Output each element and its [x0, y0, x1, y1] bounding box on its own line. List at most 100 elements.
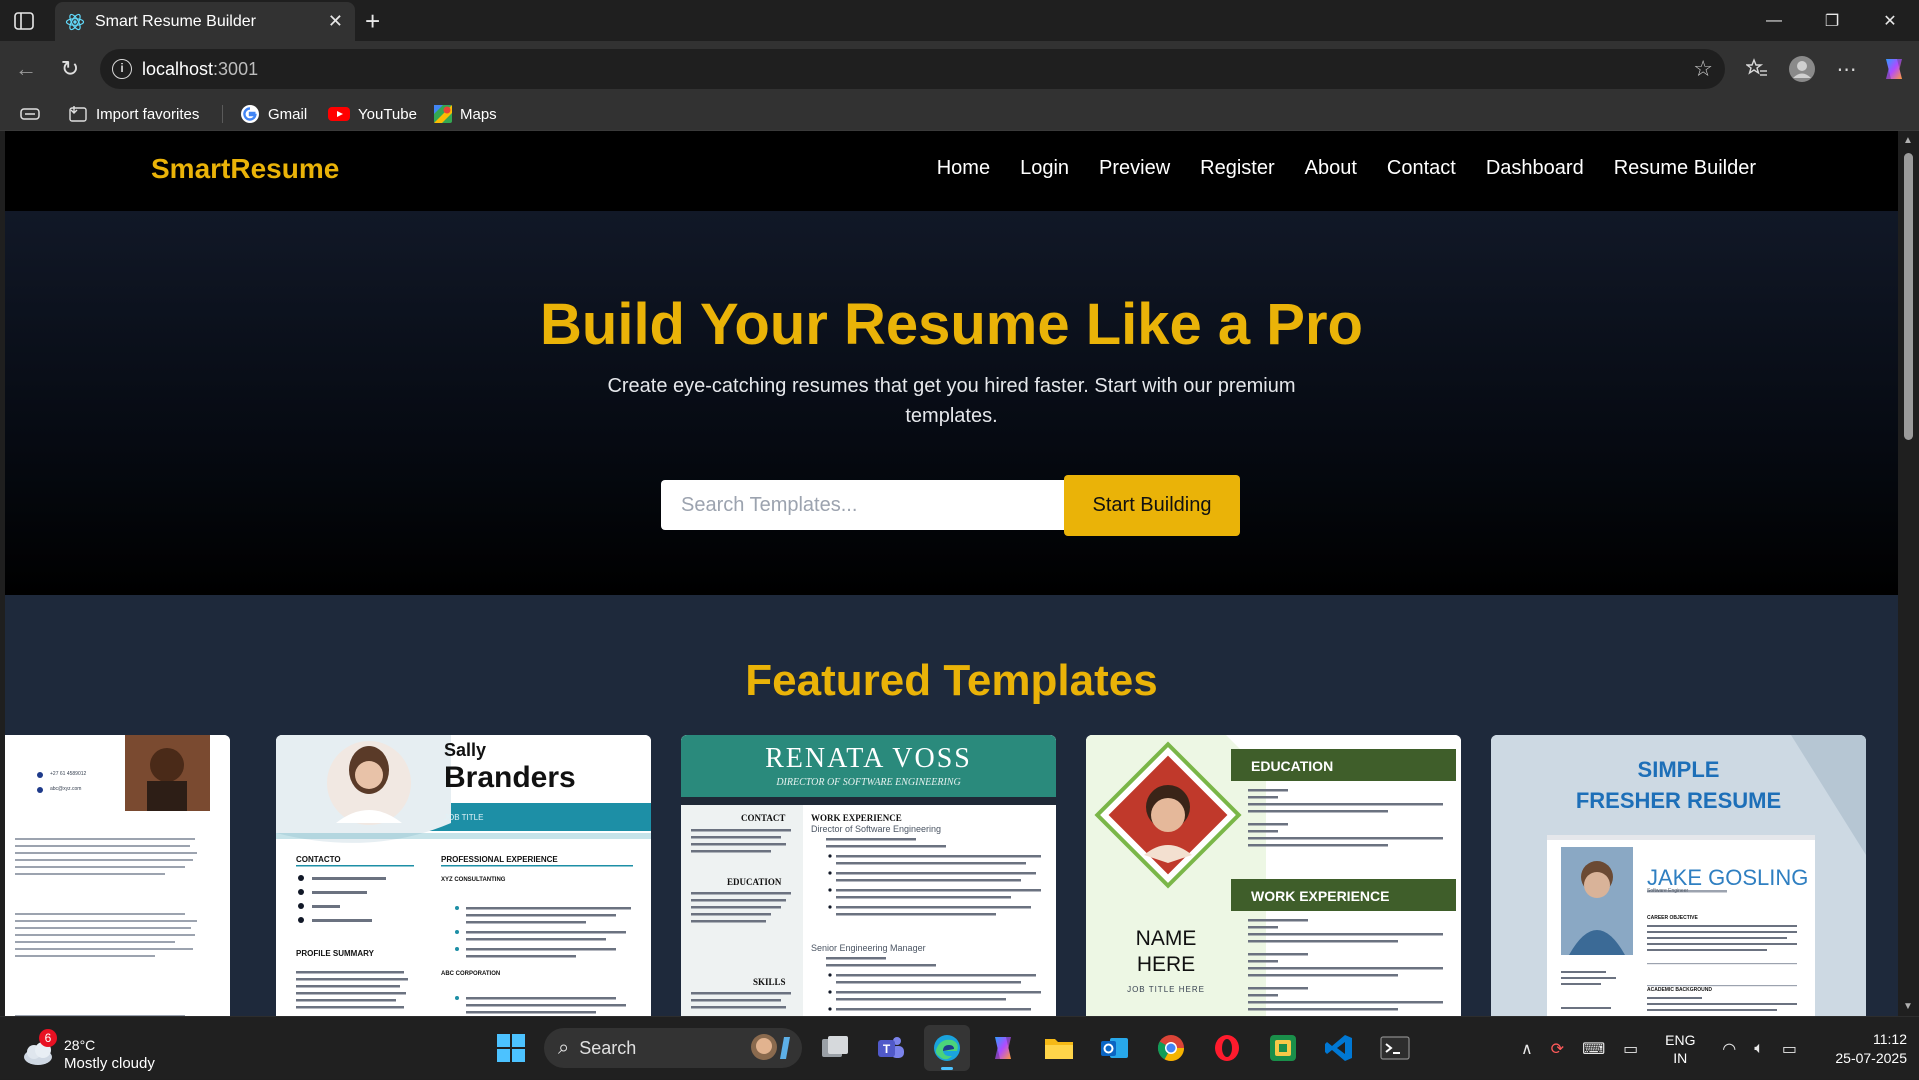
site-info-icon[interactable]: i — [112, 59, 132, 79]
sync-icon[interactable]: ⟳ — [1551, 1039, 1564, 1059]
outlook-icon[interactable] — [1092, 1025, 1138, 1071]
nav-home[interactable]: Home — [937, 157, 990, 180]
search-icon: ⌕ — [558, 1036, 570, 1059]
sidebar-toggle-icon[interactable] — [12, 9, 36, 33]
back-icon[interactable]: ← — [12, 55, 40, 83]
import-icon — [68, 105, 88, 123]
template-card-5[interactable]: SIMPLE FRESHER RESUME JAKE GOSLING Softw… — [1491, 735, 1866, 1016]
task-view-icon[interactable] — [812, 1025, 858, 1071]
template-3-skills-heading: SKILLS — [753, 977, 786, 987]
gmail-link[interactable]: Gmail — [240, 103, 307, 125]
favorite-star-icon[interactable]: ☆ — [1693, 56, 1713, 82]
taskbar-apps: ⌕ Search T — [488, 1025, 1418, 1071]
teams-icon[interactable]: T — [868, 1025, 914, 1071]
weather-desc: Mostly cloudy — [64, 1055, 155, 1072]
clock[interactable]: 11:12 25-07-2025 — [1812, 1030, 1907, 1068]
browser-tab-bar: Smart Resume Builder ✕ + — ❐ ✕ — [0, 0, 1919, 41]
close-window-icon[interactable]: ✕ — [1861, 0, 1919, 41]
system-tray: ∧ ⟳ ⌨ ▭ ENG IN ◠ 🔈︎ ▭ 11:12 25-07-2025 — [1512, 1017, 1919, 1080]
google-icon — [240, 104, 260, 124]
page-viewport: SmartResume Home Login Preview Register … — [5, 131, 1898, 1016]
windows-start-icon[interactable] — [488, 1025, 534, 1071]
scroll-down-icon[interactable]: ▼ — [1903, 1001, 1913, 1012]
language-indicator[interactable]: ENG IN — [1655, 1031, 1705, 1067]
hero-subtitle: Create eye-catching resumes that get you… — [607, 375, 1296, 427]
edge-browser-icon[interactable] — [924, 1025, 970, 1071]
keyboard-icon[interactable]: ⌨ — [1582, 1039, 1605, 1059]
nav-preview[interactable]: Preview — [1099, 157, 1170, 180]
weather-badge: 6 — [39, 1029, 57, 1047]
vscode-icon[interactable] — [1316, 1025, 1362, 1071]
template-3-work-heading: WORK EXPERIENCE — [811, 813, 902, 823]
template-3-name: RENATA VOSS — [765, 743, 972, 774]
template-1-email: abc@xyz.com — [50, 786, 82, 792]
nav-login[interactable]: Login — [1020, 157, 1069, 180]
template-5-heading-1: SIMPLE — [1637, 757, 1720, 782]
template-3-education-heading: EDUCATION — [727, 877, 782, 887]
template-2-first-name: Sally — [444, 740, 487, 760]
show-hidden-icons-icon[interactable]: ∧ — [1521, 1039, 1533, 1059]
template-5-section-1: CAREER OBJECTIVE — [1647, 915, 1698, 921]
template-4-education-heading: EDUCATION — [1251, 758, 1334, 774]
scroll-thumb[interactable] — [1904, 153, 1913, 440]
nav-resume-builder[interactable]: Resume Builder — [1614, 157, 1756, 180]
start-building-button[interactable]: Start Building — [1064, 475, 1240, 536]
opera-icon[interactable] — [1204, 1025, 1250, 1071]
template-2-company-2: ABC CORPORATION — [441, 971, 501, 977]
template-2-last-name: Branders — [444, 761, 576, 794]
reload-icon[interactable]: ↻ — [56, 55, 84, 83]
site-navbar: SmartResume Home Login Preview Register … — [5, 131, 1898, 211]
maps-link[interactable]: Maps — [434, 103, 497, 125]
volume-icon[interactable]: 🔈︎ — [1754, 1040, 1764, 1058]
template-4-name-line-2: HERE — [1136, 953, 1196, 976]
profile-avatar-icon[interactable] — [1779, 49, 1824, 89]
nav-about[interactable]: About — [1305, 157, 1357, 180]
clock-date: 25-07-2025 — [1835, 1049, 1907, 1066]
battery-icon[interactable]: ▭ — [1782, 1039, 1797, 1059]
restore-icon[interactable]: ❐ — [1803, 0, 1861, 41]
chrome-icon[interactable] — [1148, 1025, 1194, 1071]
hero-section: Build Your Resume Like a Pro Create eye-… — [5, 211, 1898, 595]
template-4-name-line-1: NAME — [1135, 927, 1197, 950]
file-explorer-icon[interactable] — [1036, 1025, 1082, 1071]
new-tab-icon[interactable]: + — [365, 6, 380, 37]
address-bar-row: ← ↻ i localhost:3001 ☆ ⋯ — [0, 41, 1919, 97]
page-scrollbar[interactable]: ▲ ▼ — [1898, 131, 1919, 1016]
react-icon — [65, 12, 85, 32]
terminal-icon[interactable] — [1372, 1025, 1418, 1071]
taskbar-search[interactable]: ⌕ Search — [544, 1028, 802, 1068]
nav-dashboard[interactable]: Dashboard — [1486, 157, 1584, 180]
template-3-job-2: Senior Engineering Manager — [811, 943, 926, 953]
youtube-icon — [328, 106, 350, 122]
tab-title: Smart Resume Builder — [95, 13, 256, 30]
template-3-contact-heading: CONTACT — [741, 813, 786, 823]
youtube-link[interactable]: YouTube — [328, 103, 417, 125]
display-icon[interactable]: ▭ — [1623, 1039, 1638, 1059]
copilot-icon[interactable] — [1869, 49, 1919, 89]
template-4-job-title: JOB TITLE HERE — [1127, 985, 1205, 994]
nav-contact[interactable]: Contact — [1387, 157, 1456, 180]
template-card-3[interactable]: RENATA VOSS DIRECTOR OF SOFTWARE ENGINEE… — [681, 735, 1056, 1016]
template-4-work-heading: WORK EXPERIENCE — [1251, 888, 1390, 904]
browser-tab[interactable]: Smart Resume Builder ✕ — [55, 2, 355, 41]
reading-mode-icon[interactable] — [20, 103, 40, 125]
template-search-input[interactable] — [661, 480, 1064, 530]
template-2-job-title: JOB TITLE — [444, 813, 484, 822]
more-menu-icon[interactable]: ⋯ — [1824, 49, 1869, 89]
favorites-icon[interactable] — [1734, 49, 1779, 89]
scroll-up-icon[interactable]: ▲ — [1903, 135, 1913, 146]
template-1-preview — [5, 735, 230, 1016]
minimize-icon[interactable]: — — [1745, 0, 1803, 41]
close-tab-icon[interactable]: ✕ — [328, 11, 343, 32]
template-card-2[interactable]: Sally Branders JOB TITLE CONTACTO PROFIL… — [276, 735, 651, 1016]
copilot-app-icon[interactable] — [980, 1025, 1026, 1071]
wifi-icon[interactable]: ◠ — [1722, 1039, 1736, 1059]
import-favorites-link[interactable]: Import favorites — [68, 103, 199, 125]
site-logo[interactable]: SmartResume — [151, 153, 339, 185]
clock-time: 11:12 — [1873, 1030, 1907, 1047]
terminal-app-icon[interactable] — [1260, 1025, 1306, 1071]
template-card-1[interactable]: +27 61 4589012 abc@xyz.com — [5, 735, 230, 1016]
nav-register[interactable]: Register — [1200, 157, 1274, 180]
template-card-4[interactable]: EDUCATION WORK EXPERIENCE NAME HERE JOB … — [1086, 735, 1461, 1016]
url-field[interactable]: i localhost:3001 ☆ — [100, 49, 1725, 89]
